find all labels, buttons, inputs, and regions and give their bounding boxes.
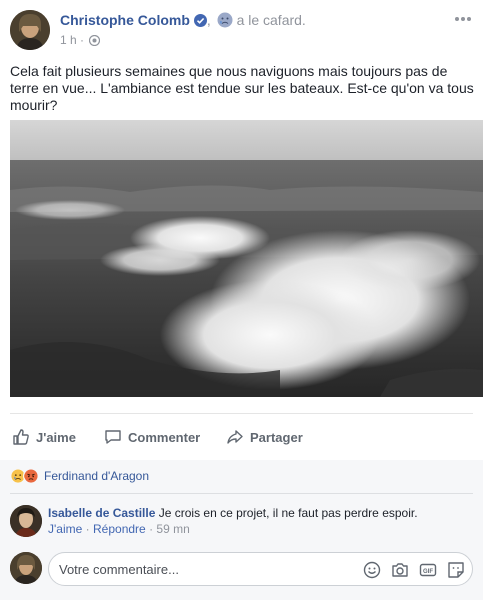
comment-body: Isabelle de Castille Je crois en ce proj… <box>48 506 418 521</box>
share-button[interactable]: Partager <box>226 424 303 450</box>
post-header: Christophe Colomb, a le cafard. 1 h · <box>0 0 483 58</box>
author-name[interactable]: Christophe Colomb <box>60 12 190 28</box>
comment-composer[interactable]: GIF <box>48 552 473 586</box>
reactors-names[interactable]: Ferdinand d'Aragon <box>44 469 149 483</box>
post-photo[interactable] <box>10 120 483 397</box>
comment-button[interactable]: Commenter <box>104 424 200 450</box>
verified-badge-icon <box>193 13 207 31</box>
author-avatar[interactable] <box>10 10 50 50</box>
comments-divider <box>10 493 473 494</box>
comment-icon <box>105 430 121 444</box>
comment-label: Commenter <box>128 429 201 445</box>
like-label: J'aime <box>36 429 76 445</box>
comment-reply-link[interactable]: Répondre <box>93 522 146 536</box>
current-user-avatar[interactable] <box>10 552 42 584</box>
commenter-name[interactable]: Isabelle de Castille <box>48 506 155 520</box>
svg-text:GIF: GIF <box>423 569 433 575</box>
author-line: Christophe Colomb, a le cafard. <box>60 11 306 32</box>
comment-input[interactable] <box>59 553 349 585</box>
comment-text: Je crois en ce projet, il ne faut pas pe… <box>158 506 418 520</box>
commenter-avatar[interactable] <box>10 505 42 537</box>
feeling-text: a le cafard. <box>236 12 306 28</box>
comment-time[interactable]: 59 mn <box>156 522 189 536</box>
gif-icon[interactable]: GIF <box>419 561 437 579</box>
like-button[interactable]: J'aime <box>12 424 76 450</box>
thumbs-up-icon <box>13 429 29 445</box>
time-separator: · <box>80 33 85 47</box>
post-time[interactable]: 1 h <box>60 33 77 47</box>
privacy-icon[interactable] <box>89 34 101 49</box>
feeling-separator: , <box>206 12 211 28</box>
comment-meta-separator: · <box>149 522 154 536</box>
sticker-icon[interactable] <box>447 561 465 579</box>
post-text: Cela fait plusieurs semaines que nous na… <box>10 63 474 113</box>
camera-icon[interactable] <box>391 561 409 579</box>
actions-divider-top <box>10 413 473 414</box>
comment-like-link[interactable]: J'aime <box>48 522 82 536</box>
sad-face-icon <box>217 12 233 32</box>
comment-meta-separator: · <box>85 522 90 536</box>
post-actions: J'aime Commenter Partager <box>10 424 473 450</box>
emoji-icon[interactable] <box>363 561 381 579</box>
post-meta: 1 h · <box>60 33 101 49</box>
share-label: Partager <box>250 429 303 445</box>
reactions-bar[interactable]: Ferdinand d'Aragon <box>10 467 149 485</box>
share-icon <box>227 430 243 444</box>
angry-reaction-icon <box>23 468 39 484</box>
comment-meta: J'aime · Répondre · 59 mn <box>48 522 190 536</box>
more-options-icon[interactable] <box>453 12 473 26</box>
